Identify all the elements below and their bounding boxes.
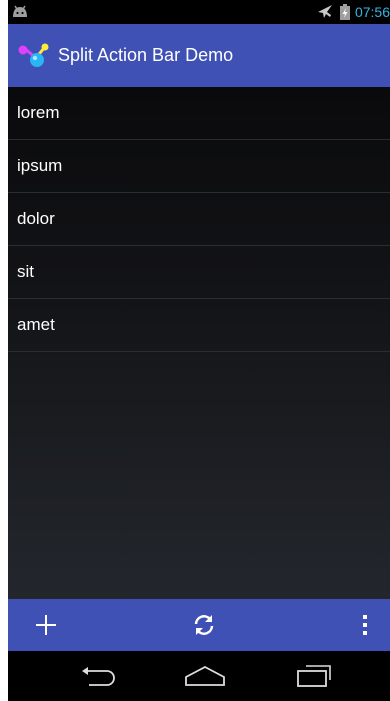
recents-icon (297, 665, 331, 687)
home-button[interactable] (173, 651, 237, 701)
list-item[interactable]: dolor (8, 193, 390, 246)
list-item[interactable]: sit (8, 246, 390, 299)
status-bar: 07:56 (8, 0, 390, 24)
battery-charging-icon (339, 4, 350, 20)
app-title: Split Action Bar Demo (58, 45, 234, 65)
status-time: 07:56 (354, 4, 390, 20)
device-screen: 07:56 Split Action Bar Demo lorem ipsum … (8, 0, 390, 701)
action-bar: Split Action Bar Demo (8, 24, 390, 87)
overflow-menu-button[interactable] (340, 599, 390, 651)
navigation-bar (8, 651, 390, 701)
split-action-bar (8, 599, 390, 651)
back-icon (82, 667, 115, 686)
list-item[interactable]: amet (8, 299, 390, 352)
status-icons: 07:56 (316, 0, 390, 24)
add-button[interactable] (8, 599, 84, 651)
overflow-menu-icon (363, 615, 367, 635)
content-area: lorem ipsum dolor sit amet (8, 87, 390, 599)
refresh-button[interactable] (168, 599, 240, 651)
home-icon (185, 665, 225, 686)
recents-button[interactable] (282, 651, 346, 701)
airplane-mode-icon (317, 5, 332, 18)
add-icon (36, 615, 56, 635)
list-item[interactable]: ipsum (8, 140, 390, 193)
app-icon[interactable] (16, 40, 52, 72)
list-item[interactable]: lorem (8, 87, 390, 140)
android-icon (13, 5, 27, 17)
back-button[interactable] (66, 651, 130, 701)
item-list: lorem ipsum dolor sit amet (8, 87, 390, 352)
refresh-icon (194, 615, 214, 635)
